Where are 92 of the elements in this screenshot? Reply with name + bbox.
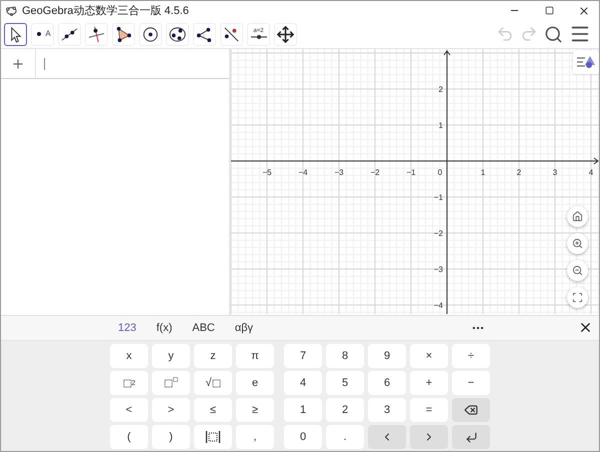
enter-key[interactable]	[452, 425, 490, 449]
keyboard-key[interactable]: 7	[284, 344, 322, 368]
y-axis-label: −4	[434, 301, 443, 310]
graphics-view[interactable]: −5 −4 −3 −2 −1 0 1 2 3 4 2 1 −1 −2 −3 −4	[231, 49, 599, 315]
x-axis-label: 1	[480, 168, 486, 177]
y-axis-label: −3	[434, 265, 443, 274]
plus-icon	[11, 56, 25, 70]
keyboard-key[interactable]: 2	[326, 398, 364, 422]
keyboard-key[interactable]: 9	[368, 344, 406, 368]
square-key[interactable]: 2	[110, 371, 148, 395]
y-axis-label: 1	[438, 121, 443, 130]
home-button[interactable]	[567, 206, 588, 227]
close-icon	[578, 320, 593, 335]
keyboard-key[interactable]: 6	[368, 371, 406, 395]
home-icon	[572, 211, 583, 222]
keyboard-key[interactable]: e	[236, 371, 274, 395]
fullscreen-icon	[572, 292, 583, 303]
keyboard-key[interactable]: .	[326, 425, 364, 449]
placeholder-box-icon	[122, 378, 132, 388]
keyboard-key[interactable]: ,	[236, 425, 274, 449]
zoom-in-button[interactable]	[567, 233, 588, 254]
keyboard-tab[interactable]: αβγ	[234, 322, 254, 334]
x-axis-label: 2	[516, 168, 522, 177]
y-axis-label: −2	[434, 229, 443, 238]
exponent-box-icon	[173, 377, 178, 382]
keyboard-key[interactable]: (	[110, 425, 148, 449]
close-icon	[578, 4, 590, 16]
keyboard-key[interactable]: 8	[326, 344, 364, 368]
undo-icon	[496, 25, 514, 43]
redo-icon	[520, 25, 538, 43]
x-axis-label: −4	[298, 168, 308, 177]
keyboard-key[interactable]: )	[152, 425, 190, 449]
keyboard-key[interactable]: x	[110, 344, 148, 368]
ellipse-icon	[168, 24, 187, 44]
tool-button[interactable]	[4, 22, 27, 46]
line-with-points-icon	[222, 24, 241, 44]
keyboard-key[interactable]: ×	[410, 344, 448, 368]
move-arrows-icon	[276, 24, 295, 44]
maximize-icon	[544, 6, 554, 15]
keyboard-tab[interactable]: ABC	[192, 322, 215, 334]
keyboard-key[interactable]: +	[410, 371, 448, 395]
keyboard-tab[interactable]: 123	[118, 322, 136, 334]
keyboard-key[interactable]: 4	[284, 371, 322, 395]
keyboard-key[interactable]: <	[110, 398, 148, 422]
power-key[interactable]	[152, 371, 190, 395]
x-axis-label: −1	[406, 168, 416, 177]
x-axis-label: 3	[552, 168, 558, 177]
keyboard-key[interactable]: =	[410, 398, 448, 422]
square-root-key[interactable]: √	[194, 371, 232, 395]
y-axis-label: −1	[434, 193, 443, 202]
placeholder-box-icon	[164, 378, 173, 388]
absolute-value-icon	[205, 431, 221, 443]
slider-icon	[250, 34, 268, 40]
keyboard-key[interactable]: y	[152, 344, 190, 368]
x-axis-label: 4	[588, 168, 594, 177]
window-title: GeoGebra动态数学三合一版 4.5.6	[22, 4, 190, 18]
search-button[interactable]	[544, 24, 563, 44]
x-axis-label: −5	[262, 168, 272, 177]
keyboard-key[interactable]: 1	[284, 398, 322, 422]
keyboard-key[interactable]: ≥	[236, 398, 274, 422]
keyboard-key[interactable]: 0	[284, 425, 322, 449]
keyboard-key[interactable]: 3	[368, 398, 406, 422]
fullscreen-button[interactable]	[567, 287, 588, 308]
triangle-icon	[114, 24, 133, 44]
placeholder-box-icon	[212, 378, 221, 388]
absolute-value-key[interactable]	[194, 425, 232, 449]
tool-button[interactable]: A	[31, 22, 54, 46]
zoom-out-button[interactable]	[567, 260, 588, 281]
backspace-key[interactable]	[452, 398, 490, 422]
circle-icon	[141, 24, 160, 44]
zoom-in-icon	[572, 238, 583, 249]
keyboard-key[interactable]: π	[236, 344, 274, 368]
keyboard-key[interactable]: 5	[326, 371, 364, 395]
keyboard-key[interactable]: z	[194, 344, 232, 368]
keyboard-key[interactable]: ≤	[194, 398, 232, 422]
search-icon	[544, 24, 563, 44]
perpendicular-lines-icon	[87, 24, 106, 44]
x-axis-label: −3	[334, 168, 344, 177]
keyboard-key[interactable]: ÷	[452, 344, 490, 368]
keyboard-tab[interactable]: f(x)	[156, 322, 172, 334]
backspace-icon	[464, 403, 478, 417]
style-bar-button[interactable]	[573, 50, 599, 74]
x-axis-label: −2	[370, 168, 380, 177]
keyboard-key[interactable]: >	[152, 398, 190, 422]
style-bar-icon	[576, 55, 596, 69]
app-logo-icon	[6, 6, 17, 16]
enter-icon	[464, 430, 478, 444]
keyboard-key[interactable]: −	[452, 371, 490, 395]
close-keyboard-button[interactable]	[578, 320, 593, 335]
x-axis-label: 0	[438, 168, 442, 177]
y-axis-label: 2	[438, 85, 443, 94]
zoom-out-icon	[572, 265, 583, 276]
